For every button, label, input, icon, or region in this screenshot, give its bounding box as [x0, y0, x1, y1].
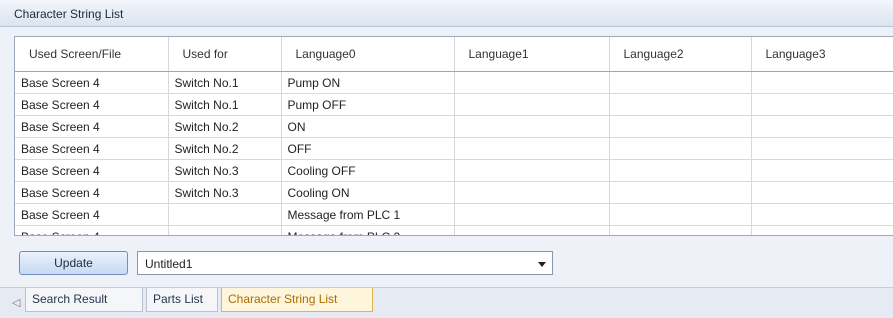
cell-language1[interactable]: [454, 115, 610, 138]
cell-used-screen[interactable]: Base Screen 4: [15, 181, 169, 204]
cell-used-screen[interactable]: Base Screen 4: [15, 159, 169, 182]
bottom-toolbar: Update Untitled1: [0, 240, 893, 286]
cell-language1[interactable]: [454, 225, 610, 235]
cell-used-for[interactable]: Switch No.2: [168, 115, 282, 138]
cell-used-for[interactable]: Switch No.1: [168, 93, 282, 116]
cell-language2[interactable]: [609, 137, 752, 160]
cell-language3[interactable]: [751, 137, 893, 160]
cell-language3[interactable]: [751, 71, 893, 94]
cell-language3[interactable]: [751, 181, 893, 204]
cell-used-for[interactable]: [168, 225, 282, 235]
cell-used-screen[interactable]: Base Screen 4: [15, 115, 169, 138]
cell-language2[interactable]: [609, 93, 752, 116]
cell-language3[interactable]: [751, 203, 893, 226]
cell-used-for[interactable]: Switch No.3: [168, 181, 282, 204]
cell-language2[interactable]: [609, 225, 752, 235]
header-row: Used Screen/File Used for Language0 Lang…: [15, 37, 893, 72]
cell-language1[interactable]: [454, 159, 610, 182]
table-row[interactable]: Base Screen 4 Switch No.3 Cooling OFF: [15, 159, 893, 182]
screen-select[interactable]: Untitled1: [137, 251, 553, 275]
cell-language1[interactable]: [454, 181, 610, 204]
cell-used-screen[interactable]: Base Screen 4: [15, 71, 169, 94]
cell-used-for[interactable]: Switch No.2: [168, 137, 282, 160]
bottom-tab-bar: ◁ Search Result Parts List Character Str…: [0, 287, 893, 318]
cell-used-screen[interactable]: Base Screen 4: [15, 203, 169, 226]
table-row[interactable]: Base Screen 4 Switch No.2 OFF: [15, 137, 893, 160]
cell-language0[interactable]: Cooling ON: [281, 181, 455, 204]
column-header-language1[interactable]: Language1: [454, 37, 610, 72]
column-header-used-screen[interactable]: Used Screen/File: [15, 37, 169, 72]
cell-language3[interactable]: [751, 115, 893, 138]
cell-language2[interactable]: [609, 203, 752, 226]
table-row[interactable]: Base Screen 4 Switch No.2 ON: [15, 115, 893, 138]
cell-language1[interactable]: [454, 93, 610, 116]
table-row[interactable]: Base Screen 4 Switch No.3 Cooling ON: [15, 181, 893, 204]
table-row[interactable]: Base Screen 4 Switch No.1 Pump ON: [15, 71, 893, 94]
cell-language1[interactable]: [454, 71, 610, 94]
cell-language0[interactable]: OFF: [281, 137, 455, 160]
cell-language2[interactable]: [609, 71, 752, 94]
update-button[interactable]: Update: [19, 251, 128, 275]
cell-language0[interactable]: Message from PLC 1: [281, 203, 455, 226]
cell-used-screen[interactable]: Base Screen 4: [15, 93, 169, 116]
tab-parts-list[interactable]: Parts List: [146, 288, 218, 312]
cell-language3[interactable]: [751, 225, 893, 235]
character-string-grid[interactable]: Used Screen/File Used for Language0 Lang…: [14, 36, 893, 236]
cell-language2[interactable]: [609, 181, 752, 204]
cell-language2[interactable]: [609, 115, 752, 138]
panel-titlebar: Character String List: [0, 0, 893, 27]
cell-language0[interactable]: Message from PLC 2: [281, 225, 455, 235]
cell-used-for[interactable]: Switch No.3: [168, 159, 282, 182]
screen-select-value: Untitled1: [145, 257, 193, 271]
cell-language3[interactable]: [751, 159, 893, 182]
table-row[interactable]: Base Screen 4 Message from PLC 1: [15, 203, 893, 226]
column-header-language2[interactable]: Language2: [609, 37, 752, 72]
cell-language0[interactable]: ON: [281, 115, 455, 138]
table-row[interactable]: Base Screen 4 Switch No.1 Pump OFF: [15, 93, 893, 116]
panel-title: Character String List: [14, 7, 124, 21]
cell-language0[interactable]: Pump OFF: [281, 93, 455, 116]
column-header-language3[interactable]: Language3: [751, 37, 893, 72]
cell-language0[interactable]: Pump ON: [281, 71, 455, 94]
character-string-table: Used Screen/File Used for Language0 Lang…: [15, 37, 893, 235]
cell-language0[interactable]: Cooling OFF: [281, 159, 455, 182]
cell-used-for[interactable]: [168, 203, 282, 226]
chevron-down-icon[interactable]: [538, 262, 546, 267]
cell-language3[interactable]: [751, 93, 893, 116]
cell-language2[interactable]: [609, 159, 752, 182]
cell-language1[interactable]: [454, 203, 610, 226]
column-header-used-for[interactable]: Used for: [168, 37, 282, 72]
cell-language1[interactable]: [454, 137, 610, 160]
cell-used-screen[interactable]: Base Screen 4: [15, 225, 169, 235]
table-row[interactable]: Base Screen 4 Message from PLC 2: [15, 225, 893, 235]
tab-search-result[interactable]: Search Result: [25, 288, 143, 312]
tab-scroll-left-icon[interactable]: ◁: [12, 296, 22, 310]
cell-used-screen[interactable]: Base Screen 4: [15, 137, 169, 160]
cell-used-for[interactable]: Switch No.1: [168, 71, 282, 94]
column-header-language0[interactable]: Language0: [281, 37, 455, 72]
tab-character-string-list[interactable]: Character String List: [221, 288, 373, 312]
